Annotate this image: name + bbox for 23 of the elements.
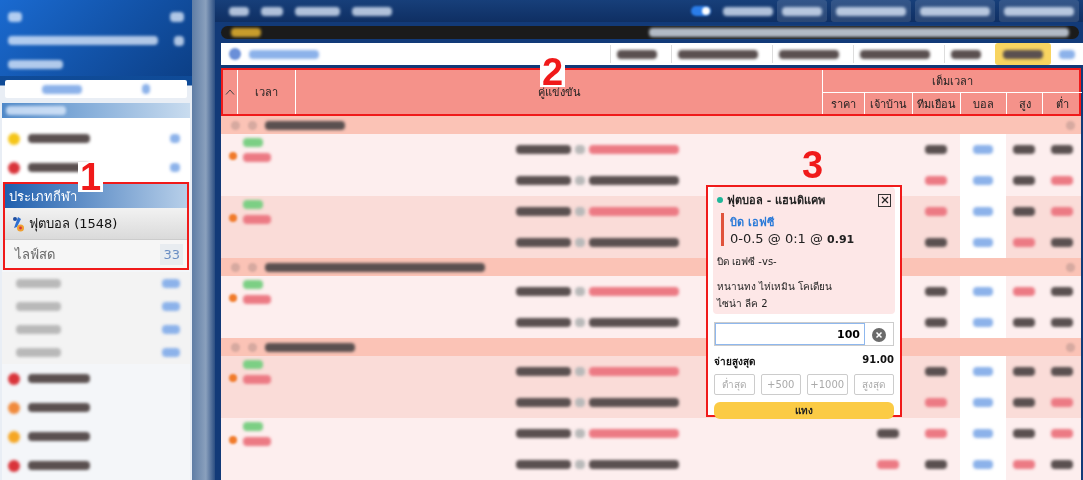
bet-type: ฟุตบอล - แฮนดิแคพ	[727, 193, 826, 209]
sport-label: ฟุตบอล (1548)	[29, 215, 118, 234]
odds-line: 0-0.5 @ 0:1 @ 0.91	[730, 231, 856, 246]
column-header: ต่ำ	[1042, 92, 1082, 114]
column-header: ทีมเยือน	[912, 92, 960, 114]
payout-label: จ่ายสูงสุด	[714, 355, 755, 369]
league-name: ไซน่า ลีค 2	[717, 297, 769, 311]
column-header: เวลา	[237, 70, 295, 114]
match-teams: บิด เอฟซี -vs-	[717, 255, 778, 269]
column-group-header: เต็มเวลา	[822, 70, 1082, 92]
count-badge: 33	[160, 243, 183, 265]
annotation-number: 2	[540, 57, 566, 87]
column-header: ราคา	[822, 92, 864, 114]
item-label: ไลฟ์สด	[15, 245, 55, 264]
payout-value: 91.00	[862, 354, 894, 367]
away-team: หนานทง ไห่เหมิน โคเดียน	[717, 280, 834, 294]
stake-field[interactable]: 100	[715, 323, 865, 345]
column-header: เจ้าบ้าน	[864, 92, 912, 114]
column-header: บอล	[960, 92, 1006, 114]
bet-button[interactable]: แทง	[714, 402, 894, 419]
column-header: สูง	[1006, 92, 1042, 114]
sidebar-item[interactable]: ฟุตบอล (1548)	[5, 208, 187, 240]
selected-team: บิด เอฟซี	[730, 215, 775, 231]
